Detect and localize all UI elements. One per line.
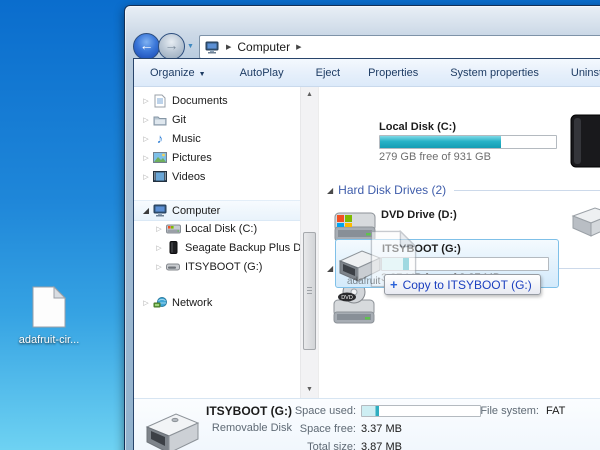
seagate-drive-icon[interactable] [569,113,600,172]
details-space-free-value: 3.37 MB [361,423,402,435]
collapsed-arrow-icon[interactable]: ▷ [140,154,152,162]
removable-drive-icon[interactable] [565,204,600,249]
sidebar-item-computer[interactable]: ◢ Computer [134,200,300,221]
folder-icon [152,112,168,127]
collapsed-arrow-icon[interactable]: ▷ [140,97,152,105]
document-icon [32,286,66,328]
itsyboot-large-icon [142,409,200,450]
svg-text:DVD: DVD [341,295,353,301]
drive-name-local-disk[interactable]: Local Disk (C:) [379,121,456,133]
scrollbar-thumb[interactable] [303,232,316,350]
desktop-file-label: adafruit-cir... [14,334,84,346]
back-arrow-icon: ← [134,37,159,53]
sidebar-item-local-disk-c[interactable]: ▷ Local Disk (C:) [134,219,300,238]
hdd-icon [165,221,181,236]
drag-tooltip-text: Copy to ITSYBOOT (G:) [403,278,532,292]
local-disk-free-space: 279 GB free of 931 GB [379,151,491,163]
forward-button[interactable]: → [158,33,185,60]
collapsed-arrow-icon[interactable]: ▷ [140,116,152,124]
collapsed-arrow-icon[interactable]: ▷ [153,263,165,271]
videos-icon [152,169,168,184]
command-toolbar: Organize▼ AutoPlay Eject Properties Syst… [134,59,600,87]
drag-copy-tooltip: + Copy to ITSYBOOT (G:) [384,274,541,295]
collapsed-arrow-icon[interactable]: ▷ [140,299,152,307]
collapsed-arrow-icon[interactable]: ▷ [140,173,152,181]
scroll-up-icon[interactable]: ▲ [301,87,318,103]
navigation-pane: ▷ Documents ▷ Git ▷ ♪ Music [134,87,300,398]
drag-ghost-label: adafruit [347,276,380,287]
breadcrumb-arrow-icon: ▶ [226,43,231,51]
group-expand-icon[interactable]: ◢ [327,186,333,195]
drive-name-dvd[interactable]: DVD Drive (D:) [381,209,457,221]
desktop-file-adafruit[interactable]: adafruit-cir... [14,286,84,346]
toolbar-properties[interactable]: Properties [364,64,422,82]
scrollbar-grip [307,287,312,294]
toolbar-uninstall[interactable]: Uninstall or ch [567,64,600,82]
address-bar[interactable]: ▶ Computer ▶ ▼ [199,35,600,59]
details-total-size-value: 3.87 MB [361,441,402,450]
collapsed-arrow-icon[interactable]: ▷ [153,244,165,252]
toolbar-system-properties[interactable]: System properties [446,64,543,82]
toolbar-organize[interactable]: Organize▼ [146,64,210,82]
sidebar-item-seagate-drive[interactable]: ▷ Seagate Backup Plus Drive [134,238,300,257]
sidebar-item-documents[interactable]: ▷ Documents [134,91,300,110]
details-total-size-label: Total size: [276,441,356,450]
history-dropdown-icon[interactable]: ▼ [187,43,194,50]
sidebar-item-git[interactable]: ▷ Git [134,110,300,129]
document-icon [152,93,168,108]
music-icon: ♪ [152,131,168,146]
details-pane: ITSYBOOT (G:) Removable Disk Space used:… [134,398,600,450]
sidebar-item-videos[interactable]: ▷ Videos [134,167,300,186]
pictures-icon [152,150,168,165]
computer-icon [205,41,220,54]
local-disk-usage-bar [379,135,557,149]
breadcrumb-arrow-icon[interactable]: ▶ [296,43,301,51]
explorer-window: ← → ▼ ▶ Computer ▶ ▼ Organize▼ AutoPlay … [124,5,600,450]
details-file-system-value: FAT [546,405,565,417]
sidebar-item-pictures[interactable]: ▷ Pictures [134,148,300,167]
expanded-arrow-icon[interactable]: ◢ [140,206,152,215]
file-list-pane: ◢ Hard Disk Drives (2) [318,87,600,398]
network-icon [152,295,168,310]
window-client-area: Organize▼ AutoPlay Eject Properties Syst… [133,58,600,450]
details-space-used-label: Space used: [276,405,356,417]
forward-arrow-icon: → [159,37,184,53]
sidebar-item-music[interactable]: ▷ ♪ Music [134,129,300,148]
details-space-free-label: Space free: [276,423,356,435]
external-drive-icon [165,240,181,255]
desktop: adafruit-cir... ← → ▼ ▶ Computer ▶ ▼ Org… [0,0,600,450]
sidebar-item-network[interactable]: ▷ Network [134,293,300,312]
chevron-down-icon: ▼ [199,71,206,78]
collapsed-arrow-icon[interactable]: ▷ [140,135,152,143]
group-rule [454,190,600,191]
computer-icon [152,203,168,218]
back-button[interactable]: ← [133,33,160,60]
group-header-hard-disks[interactable]: ◢ Hard Disk Drives (2) [327,183,600,197]
toolbar-eject[interactable]: Eject [312,64,344,82]
toolbar-autoplay[interactable]: AutoPlay [236,64,288,82]
collapsed-arrow-icon[interactable]: ▷ [153,225,165,233]
sidebar-scrollbar[interactable]: ▲ ▼ [300,87,318,398]
scroll-down-icon[interactable]: ▼ [301,382,318,398]
group-expand-icon[interactable]: ◢ [327,264,333,273]
sidebar-item-itsyboot[interactable]: ▷ ITSYBOOT (G:) [134,257,300,276]
breadcrumb-computer[interactable]: Computer [237,40,290,54]
details-file-system-label: File system: [434,405,539,417]
removable-drive-icon [165,259,181,274]
plus-icon: + [390,277,398,292]
